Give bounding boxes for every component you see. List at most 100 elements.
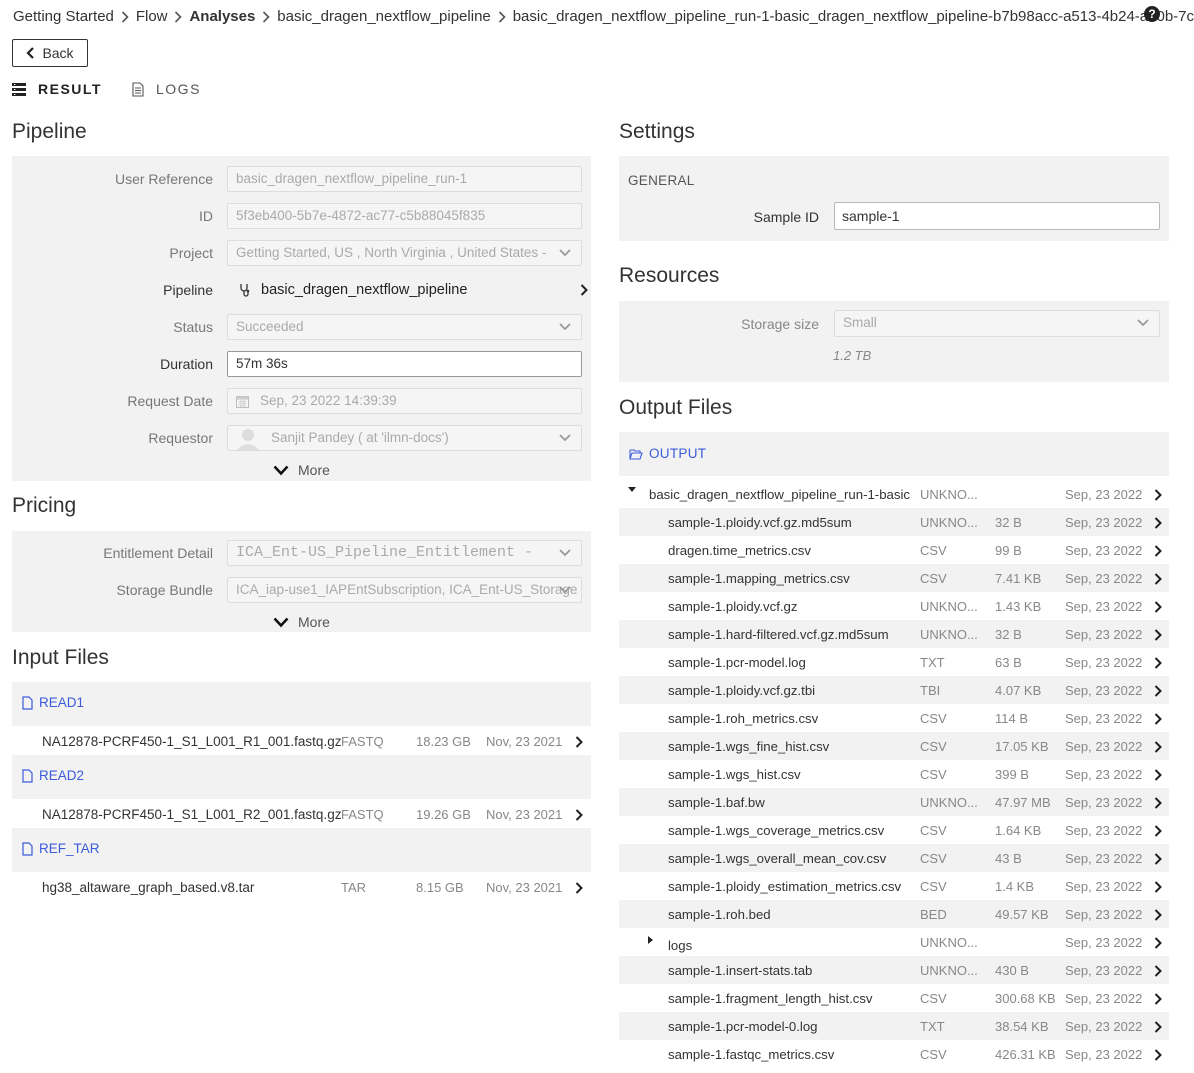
file-name: sample-1.ploidy.vcf.gz.md5sum xyxy=(668,515,852,530)
chevron-down-icon xyxy=(559,434,571,442)
chevron-right-icon xyxy=(1154,489,1162,501)
file-size: 38.54 KB xyxy=(995,1019,1049,1034)
file-name: sample-1.wgs_hist.csv xyxy=(668,767,801,782)
output-folder-row[interactable]: logs UNKNO... Sep, 23 2022 xyxy=(619,928,1169,956)
file-name: NA12878-PCRF450-1_S1_L001_R1_001.fastq.g… xyxy=(42,734,342,749)
file-size: 32 B xyxy=(995,515,1022,530)
chevron-right-icon xyxy=(575,882,583,894)
pipeline-section-title: Pipeline xyxy=(12,120,87,143)
output-file-row[interactable]: sample-1.ploidy.vcf.gz UNKNO... 1.43 KB Sep… xyxy=(619,592,1169,620)
user-reference-field: basic_dragen_nextflow_pipeline_run-1 xyxy=(227,166,582,192)
status-select: Succeeded xyxy=(227,314,582,340)
caret-down-icon xyxy=(628,487,636,492)
storage-bundle-label: Storage Bundle xyxy=(116,582,213,598)
status-label: Status xyxy=(173,319,213,335)
output-root-folder-row[interactable]: basic_dragen_nextflow_pipeline_run-1-bas… xyxy=(619,480,1169,508)
file-type: CSV xyxy=(920,739,947,754)
output-file-row[interactable]: sample-1.roh.bed BED 49.57 KB Sep, 23 2022 xyxy=(619,900,1169,928)
sample-id-input[interactable] xyxy=(834,202,1160,230)
chevron-right-icon xyxy=(1154,1049,1162,1061)
help-icon[interactable]: ? xyxy=(1144,6,1160,22)
file-type: CSV xyxy=(920,543,947,558)
chevron-right-icon xyxy=(580,284,588,296)
breadcrumb-item[interactable]: Getting Started xyxy=(13,8,114,25)
chevron-right-icon xyxy=(1154,601,1162,613)
request-date-row: Request Date Sep, 23 2022 14:39:39 xyxy=(12,388,591,414)
output-file-row[interactable]: sample-1.mapping_metrics.csv CSV 7.41 KB Se… xyxy=(619,564,1169,592)
pipeline-value: basic_dragen_nextflow_pipeline xyxy=(261,282,468,298)
input-file-row[interactable]: hg38_altaware_graph_based.v8.tar TAR 8.1… xyxy=(12,874,591,902)
user-reference-row: User Reference basic_dragen_nextflow_pip… xyxy=(12,166,591,192)
storage-size-value: Small xyxy=(843,315,877,330)
more-label: More xyxy=(298,462,330,478)
chevron-down-icon xyxy=(273,465,289,475)
input-file-row[interactable]: NA12878-PCRF450-1_S1_L001_R1_001.fastq.g… xyxy=(12,728,591,756)
output-file-row[interactable]: sample-1.wgs_hist.csv CSV 399 B Sep, 23 202… xyxy=(619,760,1169,788)
file-type: TAR xyxy=(341,880,367,895)
tab-result[interactable]: RESULT xyxy=(12,81,102,97)
output-file-row[interactable]: sample-1.pcr-model.log TXT 63 B Sep, 23 202… xyxy=(619,648,1169,676)
file-name: sample-1.fastqc_metrics.csv xyxy=(668,1047,835,1062)
output-group-label[interactable]: OUTPUT xyxy=(629,446,706,461)
breadcrumb-item[interactable]: basic_dragen_nextflow_pipeline xyxy=(277,8,491,25)
input-group-label[interactable]: READ1 xyxy=(22,695,84,710)
output-file-row[interactable]: sample-1.insert-stats.tab UNKNO... 430 B Se… xyxy=(619,956,1169,984)
output-file-row[interactable]: sample-1.pcr-model-0.log TXT 38.54 KB Sep, … xyxy=(619,1012,1169,1040)
pipeline-link[interactable]: basic_dragen_nextflow_pipeline xyxy=(239,277,594,303)
input-file-row[interactable]: NA12878-PCRF450-1_S1_L001_R2_001.fastq.g… xyxy=(12,801,591,829)
chevron-right-icon xyxy=(1154,993,1162,1005)
output-file-row[interactable]: sample-1.wgs_fine_hist.csv CSV 17.05 KB Sep… xyxy=(619,732,1169,760)
file-date: Sep, 23 2022 xyxy=(1065,1019,1143,1034)
output-file-row[interactable]: sample-1.ploidy_estimation_metrics.csv CS… xyxy=(619,872,1169,900)
output-file-row[interactable]: sample-1.roh_metrics.csv CSV 114 B Sep, 23 … xyxy=(619,704,1169,732)
chevron-right-icon xyxy=(1154,825,1162,837)
chevron-right-icon xyxy=(1154,657,1162,669)
file-size: 114 B xyxy=(995,711,1029,726)
input-group-label[interactable]: READ2 xyxy=(22,768,84,783)
file-type: CSV xyxy=(920,851,947,866)
folder-name: logs xyxy=(668,938,693,953)
file-type: CSV xyxy=(920,571,947,586)
output-file-row[interactable]: sample-1.fragment_length_hist.csv CSV 300.… xyxy=(619,984,1169,1012)
output-file-row[interactable]: sample-1.wgs_overall_mean_cov.csv CSV 43 B… xyxy=(619,844,1169,872)
output-file-row[interactable]: sample-1.baf.bw UNKNO... 47.97 MB Sep, 23 2… xyxy=(619,788,1169,816)
file-size: 8.15 GB xyxy=(416,880,464,895)
storage-bundle-row: Storage Bundle ICA_iap-use1_IAPEntSubscr… xyxy=(12,577,591,603)
file-name: sample-1.wgs_overall_mean_cov.csv xyxy=(668,851,887,866)
file-type: CSV xyxy=(920,1047,947,1062)
output-file-row[interactable]: sample-1.wgs_coverage_metrics.csv CSV 1.64… xyxy=(619,816,1169,844)
input-group-label[interactable]: REF_TAR xyxy=(22,841,100,856)
resources-panel: Storage size Small 1.2 TB xyxy=(619,301,1169,382)
entitlement-row: Entitlement Detail ICA_Ent-US_Pipeline_E… xyxy=(12,540,591,566)
storage-bundle-select: ICA_iap-use1_IAPEntSubscription, ICA_Ent… xyxy=(227,577,582,603)
file-date: Nov, 23 2021 xyxy=(486,734,563,749)
back-button[interactable]: Back xyxy=(12,39,88,67)
entitlement-label: Entitlement Detail xyxy=(103,545,213,561)
output-file-row[interactable]: sample-1.ploidy.vcf.gz.md5sum UNKNO... 32 … xyxy=(619,508,1169,536)
file-name: sample-1.mapping_metrics.csv xyxy=(668,571,850,586)
output-group: OUTPUT xyxy=(619,432,1169,476)
breadcrumb-item[interactable]: Analyses xyxy=(189,8,255,25)
pipeline-more-toggle[interactable]: More xyxy=(273,462,330,478)
file-size: 99 B xyxy=(995,543,1022,558)
breadcrumb-separator-icon xyxy=(168,8,190,25)
pricing-more-toggle[interactable]: More xyxy=(273,614,330,630)
breadcrumb-item[interactable]: Flow xyxy=(136,8,168,25)
file-name: sample-1.ploidy_estimation_metrics.csv xyxy=(668,879,902,894)
requestor-row: Requestor Sanjit Pandey ( at 'ilmn-docs'… xyxy=(12,425,591,451)
file-date: Nov, 23 2021 xyxy=(486,880,563,895)
chevron-down-icon xyxy=(559,323,571,331)
output-file-row[interactable]: sample-1.ploidy.vcf.gz.tbi TBI 4.07 KB Sep,… xyxy=(619,676,1169,704)
breadcrumb-item[interactable]: basic_dragen_nextflow_pipeline_run-1-bas… xyxy=(513,8,1194,25)
settings-panel: GENERAL Sample ID xyxy=(619,156,1169,241)
file-name: sample-1.roh.bed xyxy=(668,907,771,922)
file-date: Sep, 23 2022 xyxy=(1065,1047,1143,1062)
output-file-row[interactable]: dragen.time_metrics.csv CSV 99 B Sep, 23 20… xyxy=(619,536,1169,564)
entitlement-select: ICA_Ent-US_Pipeline_Entitlement - xyxy=(227,540,582,566)
file-size: 47.97 MB xyxy=(995,795,1051,810)
file-date: Sep, 23 2022 xyxy=(1065,627,1143,642)
output-file-row[interactable]: sample-1.hard-filtered.vcf.gz.md5sum UNKN… xyxy=(619,620,1169,648)
output-file-row[interactable]: sample-1.fastqc_metrics.csv CSV 426.31 KB S… xyxy=(619,1040,1169,1068)
file-date: Sep, 23 2022 xyxy=(1065,515,1143,530)
tab-logs[interactable]: LOGS xyxy=(132,81,201,97)
